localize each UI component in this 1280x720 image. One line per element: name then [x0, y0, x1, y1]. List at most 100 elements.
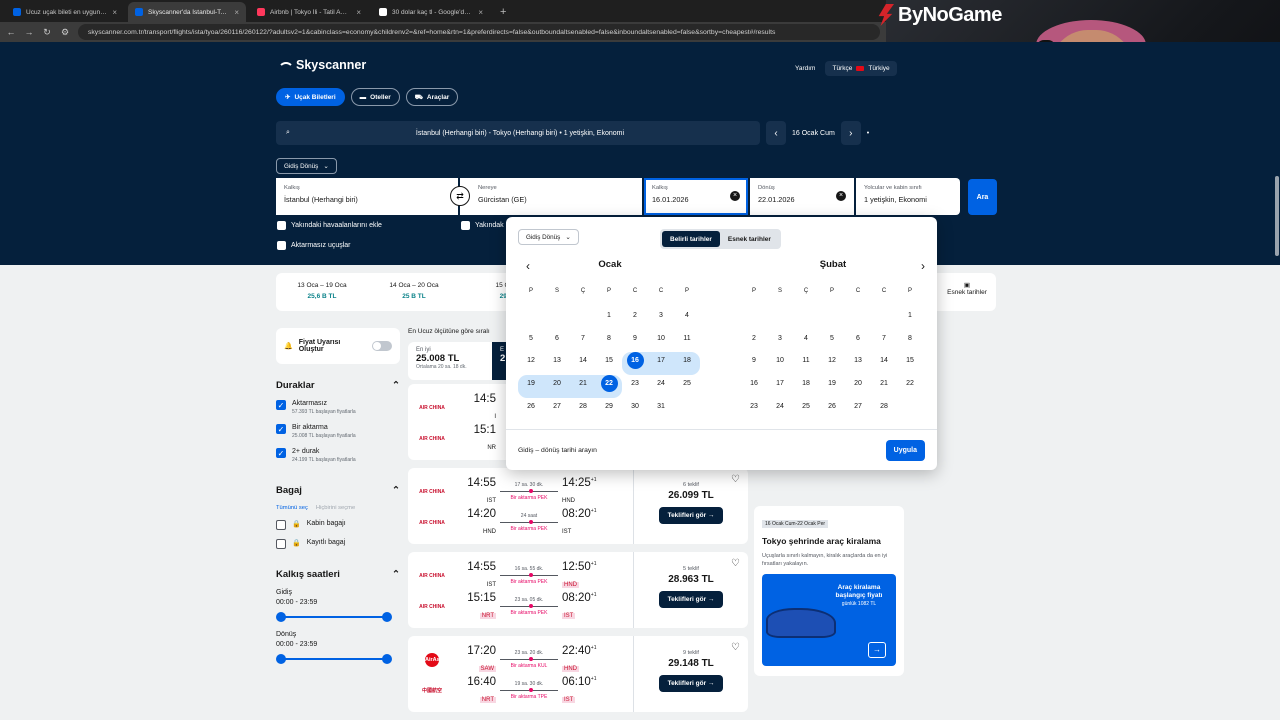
calendar-day[interactable]: 30: [622, 398, 648, 421]
site-info-icon[interactable]: ⚙: [60, 27, 70, 38]
car-rental-ad[interactable]: 16 Ocak Cum-22 Ocak Per Tokyo şehrinde a…: [754, 506, 904, 676]
stops-option[interactable]: ✓ Aktarmasız 57.393 TL başlayan fiyatlarla: [276, 400, 400, 415]
flexible-dates-tab[interactable]: Esnek tarihler: [720, 231, 779, 247]
calendar-day[interactable]: 14: [570, 352, 596, 375]
nearby-destination-box[interactable]: [461, 221, 470, 230]
depart-date-field[interactable]: Kalkış 16.01.2026 ×: [644, 178, 748, 215]
calendar-day[interactable]: 23: [622, 375, 648, 398]
calendar-day[interactable]: 4: [674, 307, 700, 330]
baggage-section-header[interactable]: Bagaj ⌃: [276, 485, 400, 496]
calendar-day[interactable]: 1: [596, 307, 622, 330]
price-alert-toggle[interactable]: [372, 341, 392, 351]
heart-icon[interactable]: ♡: [731, 474, 740, 485]
clear-depart-icon[interactable]: ×: [730, 191, 740, 201]
next-month-icon[interactable]: ›: [921, 259, 925, 273]
flight-card[interactable]: AIR CHINA 14:55 IST 16 sa. 55 dk. Bir aktarm…: [408, 552, 748, 628]
calendar-day[interactable]: 13: [544, 352, 570, 375]
view-deals-button[interactable]: Teklifleri gör →: [658, 675, 724, 692]
calendar-day[interactable]: 19: [518, 375, 544, 398]
browser-tab[interactable]: Skyscanner'da İstanbul-Tokyo a ×: [128, 2, 246, 22]
heart-icon[interactable]: ♡: [731, 642, 740, 653]
stops-option[interactable]: ✓ Bir aktarma 25.008 TL başlayan fiyatlarl…: [276, 424, 400, 439]
calendar-day[interactable]: 1: [897, 307, 923, 330]
baggage-option[interactable]: 🔒 Kayıtlı bagaj: [276, 539, 400, 549]
calendar-day[interactable]: 25: [674, 375, 700, 398]
page-scrollbar[interactable]: [1275, 176, 1279, 256]
calendar-day[interactable]: 10: [767, 352, 793, 375]
baggage-checkbox[interactable]: [276, 520, 286, 530]
cars-pill[interactable]: ⛟ Araçlar: [405, 88, 459, 106]
slider-min-handle[interactable]: [276, 654, 286, 664]
calendar-day[interactable]: 21: [871, 375, 897, 398]
clear-all-link[interactable]: Hiçbirini seçme: [316, 505, 355, 511]
calendar-day[interactable]: 14: [871, 352, 897, 375]
nearby-destination-checkbox[interactable]: Yakındak: [461, 221, 504, 230]
return-date-field[interactable]: Dönüş 22.01.2026 ×: [750, 178, 854, 215]
calendar-day[interactable]: 26: [518, 398, 544, 421]
flight-card[interactable]: AirAsia 17:20 SAW 23 sa. 20 dk. Bir aktarma …: [408, 636, 748, 712]
calendar-day[interactable]: 8: [897, 330, 923, 353]
calendar-day[interactable]: 26: [819, 398, 845, 421]
stops-section-header[interactable]: Duraklar ⌃: [276, 380, 400, 391]
select-all-link[interactable]: Tümünü seç: [276, 505, 308, 511]
nearby-origin-box[interactable]: [277, 221, 286, 230]
arrow-right-icon[interactable]: →: [868, 642, 886, 658]
baggage-option[interactable]: 🔒 Kabin bagajı: [276, 520, 400, 530]
calendar-day[interactable]: 27: [845, 398, 871, 421]
calendar-day[interactable]: 9: [622, 330, 648, 353]
browser-tab[interactable]: Airbnb | Tokyo İli - Tatil Amaçlı ×: [250, 2, 368, 22]
calendar-day[interactable]: 12: [819, 352, 845, 375]
heart-icon[interactable]: ♡: [731, 558, 740, 569]
slider-min-handle[interactable]: [276, 612, 286, 622]
slider-max-handle[interactable]: [382, 654, 392, 664]
next-date-button[interactable]: ›: [840, 121, 861, 145]
ad-banner[interactable]: Araç kiralama başlangıç fiyatı günlük 108…: [762, 574, 896, 666]
url-field[interactable]: skyscanner.com.tr/transport/flights/ista…: [78, 24, 880, 40]
calendar-day[interactable]: 17: [648, 352, 674, 376]
calendar-day[interactable]: 2: [622, 307, 648, 330]
calendar-day[interactable]: 15: [897, 352, 923, 375]
origin-field[interactable]: Kalkış İstanbul (Herhangi biri) ⇄: [276, 178, 470, 215]
calendar-day[interactable]: 3: [767, 330, 793, 353]
forward-icon[interactable]: →: [24, 27, 34, 37]
prev-month-icon[interactable]: ‹: [526, 259, 530, 273]
stops-checkbox[interactable]: ✓: [276, 424, 286, 434]
back-icon[interactable]: ←: [6, 27, 16, 37]
price-alert-box[interactable]: 🔔 Fiyat Uyarısı Oluştur: [276, 328, 400, 364]
direct-only-box[interactable]: [277, 241, 286, 250]
close-tab-icon[interactable]: ×: [356, 8, 361, 17]
calendar-day[interactable]: 24: [648, 375, 674, 398]
calendar-day[interactable]: 28: [871, 398, 897, 421]
reload-icon[interactable]: ↻: [42, 27, 52, 38]
clear-return-icon[interactable]: ×: [836, 191, 846, 201]
calendar-day[interactable]: 18: [793, 375, 819, 398]
close-tab-icon[interactable]: ×: [478, 8, 483, 17]
trip-type-select[interactable]: Gidiş Dönüş ⌄: [276, 158, 337, 174]
calendar-day[interactable]: 29: [596, 398, 622, 421]
flight-card[interactable]: AIR CHINA 14:55 IST 17 sa. 30 dk. Bir aktarm…: [408, 468, 748, 544]
calendar-day[interactable]: 27: [544, 398, 570, 421]
calendar-day[interactable]: 20: [544, 375, 570, 398]
times-section-header[interactable]: Kalkış saatleri ⌃: [276, 569, 400, 580]
calendar-day[interactable]: 22: [897, 375, 923, 398]
view-deals-button[interactable]: Teklifleri gör →: [658, 591, 724, 608]
search-button[interactable]: Ara: [968, 179, 997, 215]
calendar-day[interactable]: 12: [518, 352, 544, 375]
calendar-day[interactable]: 7: [871, 330, 897, 353]
destination-field[interactable]: Nereye Gürcistan (GE): [460, 178, 642, 215]
calendar-day[interactable]: 3: [648, 307, 674, 330]
language-button[interactable]: Türkçe Türkiye: [825, 61, 897, 76]
specific-dates-tab[interactable]: Belirli tarihler: [662, 231, 720, 247]
calendar-day[interactable]: 19: [819, 375, 845, 398]
calendar-day[interactable]: 6: [845, 330, 871, 353]
calendar-day[interactable]: 9: [741, 352, 767, 375]
calendar-day[interactable]: 16: [741, 375, 767, 398]
calendar-day[interactable]: 7: [570, 330, 596, 353]
baggage-checkbox[interactable]: [276, 539, 286, 549]
calendar-day[interactable]: 11: [793, 352, 819, 375]
calendar-day[interactable]: 31: [648, 398, 674, 421]
new-tab-button[interactable]: +: [494, 6, 512, 22]
date-option[interactable]: 14 Oca – 20 Oca 25 B TL: [368, 273, 460, 311]
calendar-day[interactable]: 4: [793, 330, 819, 353]
calendar-day[interactable]: 24: [767, 398, 793, 421]
